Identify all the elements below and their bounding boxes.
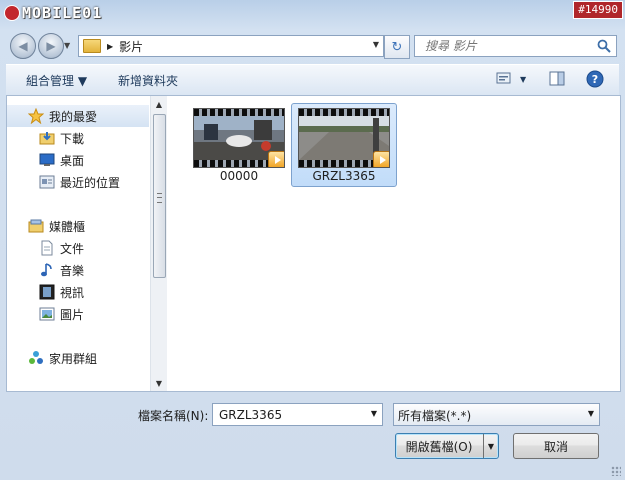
command-toolbar: 組合管理 ▼ 新增資料夾 ▼ ? (6, 64, 619, 96)
preview-pane-icon[interactable] (549, 71, 565, 87)
new-folder-button[interactable]: 新增資料夾 (118, 72, 178, 89)
sidebar-item-pictures[interactable]: 圖片 (7, 303, 149, 325)
back-arrow-icon: ◀ (18, 39, 28, 53)
file-type-value: 所有檔案(*.*) (398, 409, 472, 423)
video-thumbnail (298, 108, 390, 168)
scroll-up-icon[interactable]: ▲ (151, 96, 167, 112)
sidebar-label: 最近的位置 (60, 175, 121, 190)
homegroup-icon (29, 351, 43, 364)
sidebar-item-desktop[interactable]: 桌面 (7, 149, 149, 171)
sidebar-label: 文件 (60, 241, 85, 256)
watermark-logo: MOBILE01 (4, 3, 102, 23)
file-tile-00000[interactable]: 00000 (186, 103, 292, 187)
sidebar-scrollbar[interactable]: ▲ ▼ (150, 96, 167, 391)
search-input[interactable] (423, 38, 597, 54)
svg-text:?: ? (592, 73, 598, 86)
video-thumbnail (193, 108, 285, 168)
desktop-icon (39, 153, 55, 166)
file-type-dropdown-icon[interactable]: ▼ (588, 409, 594, 418)
file-open-dialog: MOBILE01 #14990 ◀ ▶ ▼ ▶ 影片 ▼ ↻ 組合管理 (0, 0, 625, 480)
play-badge-icon (373, 151, 389, 167)
organize-menu[interactable]: 組合管理 ▼ (26, 72, 87, 89)
music-note-icon (41, 263, 52, 277)
sidebar-label: 媒體櫃 (49, 219, 86, 234)
view-options-dropdown-icon[interactable]: ▼ (520, 75, 526, 84)
filename-input[interactable] (217, 407, 361, 423)
sidebar-label: 圖片 (60, 307, 85, 322)
sidebar-label: 下載 (60, 131, 85, 146)
folder-icon (83, 39, 101, 53)
open-button[interactable]: 開啟舊檔(O) ▼ (395, 433, 499, 459)
cancel-button[interactable]: 取消 (513, 433, 599, 459)
search-box[interactable] (414, 35, 617, 57)
file-tile-grzl3365[interactable]: GRZL3365 (291, 103, 397, 187)
search-icon[interactable] (596, 38, 612, 54)
filename-combobox[interactable]: ▼ (212, 403, 383, 426)
sidebar-item-recent[interactable]: 最近的位置 (7, 171, 149, 193)
forward-arrow-icon: ▶ (46, 39, 56, 53)
sidebar-item-videos[interactable]: 視訊 (7, 281, 149, 303)
film-sprocket-top (194, 109, 284, 116)
libraries-icon (28, 219, 44, 233)
navigation-pane: 我的最愛 下載 桌面 最近的位置 媒體櫃 文件 音樂 視訊 圖片 家用群組 (7, 96, 151, 391)
recent-pages-dropdown[interactable]: ▼ (64, 41, 70, 50)
sidebar-label: 音樂 (60, 263, 85, 278)
change-view-icon[interactable] (496, 71, 512, 85)
film-sprocket-top (299, 109, 389, 116)
documents-icon (41, 240, 53, 256)
sidebar-item-music[interactable]: 音樂 (7, 259, 149, 281)
help-icon[interactable]: ? (586, 70, 604, 88)
dialog-footer: 檔案名稱(N): ▼ 所有檔案(*.*) ▼ 開啟舊檔(O) ▼ 取消 (0, 392, 625, 480)
film-strip-icon (39, 284, 55, 300)
id-badge: #14990 (573, 1, 623, 19)
address-bar[interactable]: ▶ 影片 ▼ (78, 35, 384, 57)
address-dropdown-icon[interactable]: ▼ (373, 40, 379, 49)
forward-button[interactable]: ▶ (38, 33, 64, 59)
sidebar-item-homegroup[interactable]: 家用群組 (7, 347, 149, 369)
scrollbar-thumb[interactable] (153, 114, 166, 278)
logo-icon (4, 5, 20, 21)
sidebar-item-downloads[interactable]: 下載 (7, 127, 149, 149)
sidebar-label: 桌面 (60, 153, 85, 168)
breadcrumb-videos[interactable]: 影片 (119, 38, 143, 55)
file-list: 00000 GRZL3365 (169, 96, 620, 391)
cancel-button-label: 取消 (543, 439, 568, 454)
sidebar-item-favorites[interactable]: 我的最愛 (7, 105, 149, 127)
file-name: 00000 (219, 169, 259, 183)
pictures-icon (39, 307, 55, 321)
title-bar: MOBILE01 #14990 (0, 0, 625, 30)
navigation-bar: ◀ ▶ ▼ ▶ 影片 ▼ ↻ (0, 33, 625, 61)
breadcrumb-arrow-icon[interactable]: ▶ (107, 42, 113, 51)
logo-text: MOBILE01 (22, 4, 103, 22)
sidebar-label: 視訊 (60, 285, 85, 300)
refresh-icon: ↻ (391, 39, 403, 55)
sidebar-item-libraries[interactable]: 媒體櫃 (7, 215, 149, 237)
open-button-label: 開啟舊檔(O) (405, 439, 473, 454)
main-content: 我的最愛 下載 桌面 最近的位置 媒體櫃 文件 音樂 視訊 圖片 家用群組 ▲ … (6, 95, 621, 392)
back-button[interactable]: ◀ (10, 33, 36, 59)
file-type-select[interactable]: 所有檔案(*.*) ▼ (393, 403, 600, 426)
sidebar-label: 我的最愛 (49, 109, 98, 124)
sidebar-item-documents[interactable]: 文件 (7, 237, 149, 259)
file-name: GRZL3365 (312, 169, 376, 183)
sidebar-label: 家用群組 (49, 351, 98, 366)
filename-label: 檔案名稱(N): (138, 409, 209, 423)
refresh-button[interactable]: ↻ (384, 35, 410, 59)
open-options-dropdown-icon[interactable]: ▼ (483, 434, 498, 458)
filename-dropdown-icon[interactable]: ▼ (371, 409, 377, 418)
grip-icon (157, 193, 162, 203)
resize-grip-icon[interactable] (611, 466, 621, 476)
star-icon (28, 108, 44, 124)
download-folder-icon (39, 132, 55, 145)
scroll-down-icon[interactable]: ▼ (151, 375, 167, 391)
recent-places-icon (39, 175, 55, 189)
play-badge-icon (268, 151, 284, 167)
